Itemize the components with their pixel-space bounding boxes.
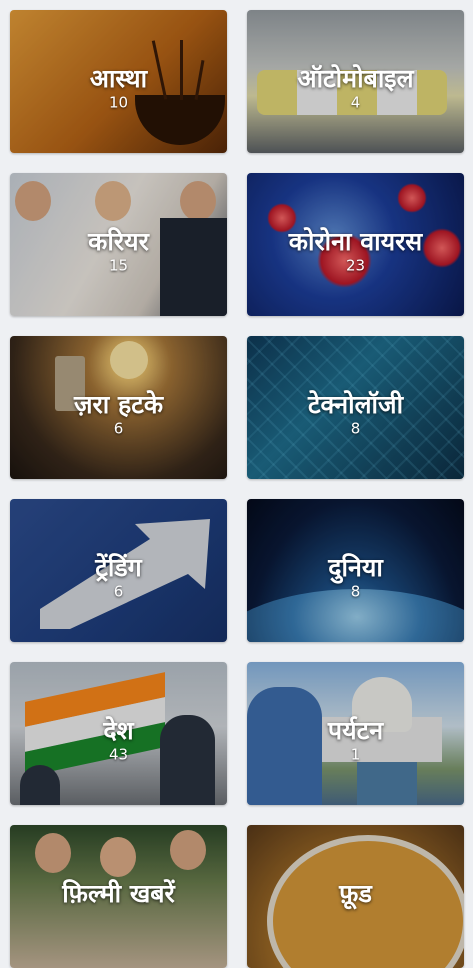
card-count: 43	[108, 745, 129, 764]
card-title: देश	[103, 715, 134, 745]
category-card-corona-virus[interactable]: कोरोना वायरस 23	[247, 173, 464, 316]
category-card-career[interactable]: करियर 15	[10, 173, 227, 316]
category-card-technology[interactable]: टेक्नोलॉजी 8	[247, 336, 464, 479]
card-count: 10	[108, 93, 129, 112]
card-title: कोरोना वायरस	[288, 226, 423, 256]
card-title: फ़िल्मी खबरें	[62, 878, 175, 908]
category-card-zara-hatke[interactable]: ज़रा हटके 6	[10, 336, 227, 479]
card-title: टेक्नोलॉजी	[307, 389, 404, 419]
category-card-trending[interactable]: ट्रेंडिंग 6	[10, 499, 227, 642]
category-grid: आस्था 10 ऑटोमोबाइल 4 करियर 15 कोरोना वाय…	[0, 0, 473, 968]
category-card-automobile[interactable]: ऑटोमोबाइल 4	[247, 10, 464, 153]
category-card-film-news[interactable]: फ़िल्मी खबरें	[10, 825, 227, 968]
category-card-tourism[interactable]: पर्यटन 1	[247, 662, 464, 805]
card-title: आस्था	[89, 63, 148, 93]
card-title: फ़ूड	[339, 878, 372, 908]
category-card-astha[interactable]: आस्था 10	[10, 10, 227, 153]
category-card-world[interactable]: दुनिया 8	[247, 499, 464, 642]
card-count: 6	[113, 419, 124, 438]
card-title: पर्यटन	[327, 715, 384, 745]
card-count: 8	[350, 419, 361, 438]
card-title: दुनिया	[328, 552, 383, 582]
card-count: 1	[350, 745, 361, 764]
card-count: 6	[113, 582, 124, 601]
card-title: ज़रा हटके	[73, 389, 164, 419]
card-count: 8	[350, 582, 361, 601]
card-count: 15	[108, 256, 129, 275]
card-count: 23	[345, 256, 366, 275]
card-title: ट्रेंडिंग	[95, 552, 142, 582]
card-title: करियर	[88, 226, 149, 256]
card-count: 4	[350, 93, 361, 112]
card-title: ऑटोमोबाइल	[297, 63, 414, 93]
category-card-food[interactable]: फ़ूड	[247, 825, 464, 968]
category-card-country[interactable]: देश 43	[10, 662, 227, 805]
